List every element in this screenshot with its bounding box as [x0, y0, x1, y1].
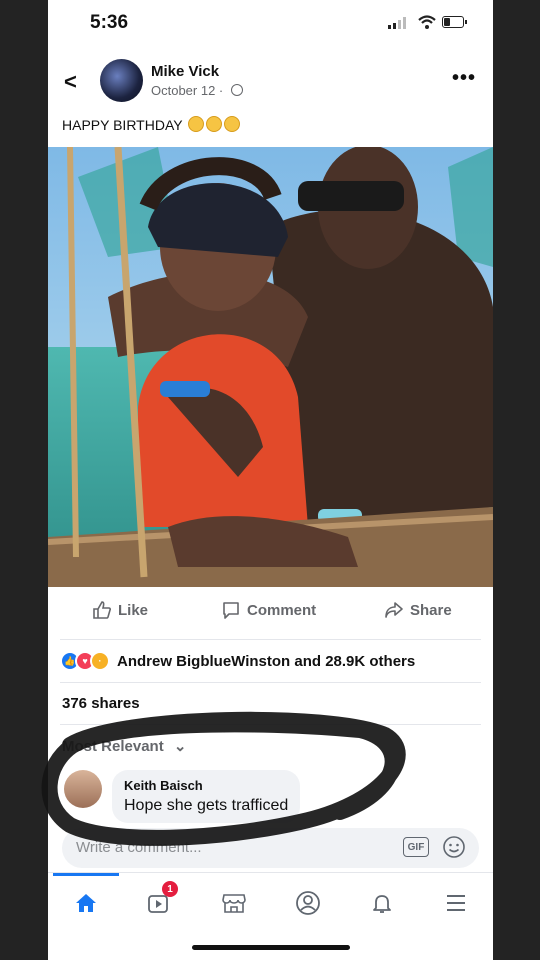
- active-tab-indicator: [53, 873, 119, 876]
- back-icon[interactable]: <: [64, 69, 77, 95]
- wow-reaction-icon: ·: [90, 651, 110, 671]
- commenter-avatar[interactable]: [64, 770, 102, 808]
- battery-icon: [442, 16, 467, 28]
- share-count[interactable]: 376 shares: [62, 695, 140, 712]
- caption-text: HAPPY BIRTHDAY: [62, 117, 183, 133]
- sort-label: Most Relevant: [62, 738, 164, 755]
- reaction-summary[interactable]: 👍 ♥ · Andrew BigblueWinston and 28.9K ot…: [60, 650, 415, 672]
- post-photo[interactable]: [48, 147, 493, 587]
- watch-icon[interactable]: 1: [140, 881, 180, 923]
- share-icon: [385, 602, 403, 618]
- chevron-down-icon: ⌄: [173, 738, 187, 755]
- watch-badge: 1: [162, 881, 178, 897]
- comment-text: Hope she gets trafficed: [124, 797, 289, 814]
- post-screen: 5:36 < Mike Vick October 12 · ••• HAPPY …: [48, 0, 493, 960]
- menu-icon[interactable]: [436, 883, 476, 923]
- marketplace-icon[interactable]: [214, 883, 254, 923]
- post-caption: HAPPY BIRTHDAY: [62, 116, 241, 133]
- like-label: Like: [118, 601, 149, 619]
- comment-compose[interactable]: Write a comment... GIF: [62, 828, 479, 868]
- comment-sort[interactable]: Most Relevant ⌄: [62, 737, 186, 755]
- post-date: October 12 ·: [151, 83, 243, 98]
- wifi-icon: [418, 15, 436, 29]
- comment-label: Comment: [247, 601, 317, 619]
- post-actions: Like Comment Share: [48, 600, 493, 634]
- status-time: 5:36: [90, 12, 129, 33]
- commenter-name[interactable]: Keith Baisch: [124, 778, 288, 793]
- profile-icon[interactable]: [288, 883, 328, 923]
- like-icon: [93, 601, 111, 619]
- comment-button[interactable]: Comment: [221, 600, 316, 620]
- home-icon[interactable]: [66, 883, 106, 923]
- more-icon[interactable]: •••: [452, 67, 476, 90]
- emoji-icon[interactable]: [442, 835, 466, 859]
- status-bar: 5:36: [48, 0, 493, 48]
- reaction-text: Andrew BigblueWinston and 28.9K others: [117, 652, 416, 670]
- author-name[interactable]: Mike Vick: [151, 63, 219, 80]
- gif-icon[interactable]: GIF: [403, 837, 429, 857]
- divider: [60, 639, 481, 640]
- author-avatar[interactable]: [100, 59, 143, 102]
- bell-icon[interactable]: [362, 883, 402, 923]
- emoji-icon: [188, 116, 205, 132]
- emoji-icon: [206, 116, 223, 132]
- post-header: < Mike Vick October 12 · •••: [48, 55, 493, 107]
- comment-bubble: Keith Baisch Hope she gets trafficed: [112, 770, 301, 823]
- compose-placeholder[interactable]: Write a comment...: [76, 839, 202, 856]
- signal-icon: [388, 17, 406, 29]
- post-date-text: October 12 ·: [151, 83, 224, 98]
- home-indicator: [192, 945, 350, 950]
- emoji-icon: [224, 116, 241, 132]
- divider: [60, 682, 481, 683]
- globe-icon: [230, 84, 243, 96]
- bottom-nav: 1: [48, 872, 493, 933]
- like-button[interactable]: Like: [92, 600, 148, 620]
- comment-icon: [223, 602, 239, 619]
- photo-illustration: [48, 147, 493, 587]
- share-button[interactable]: Share: [384, 600, 452, 620]
- divider: [60, 724, 481, 725]
- share-label: Share: [410, 601, 452, 619]
